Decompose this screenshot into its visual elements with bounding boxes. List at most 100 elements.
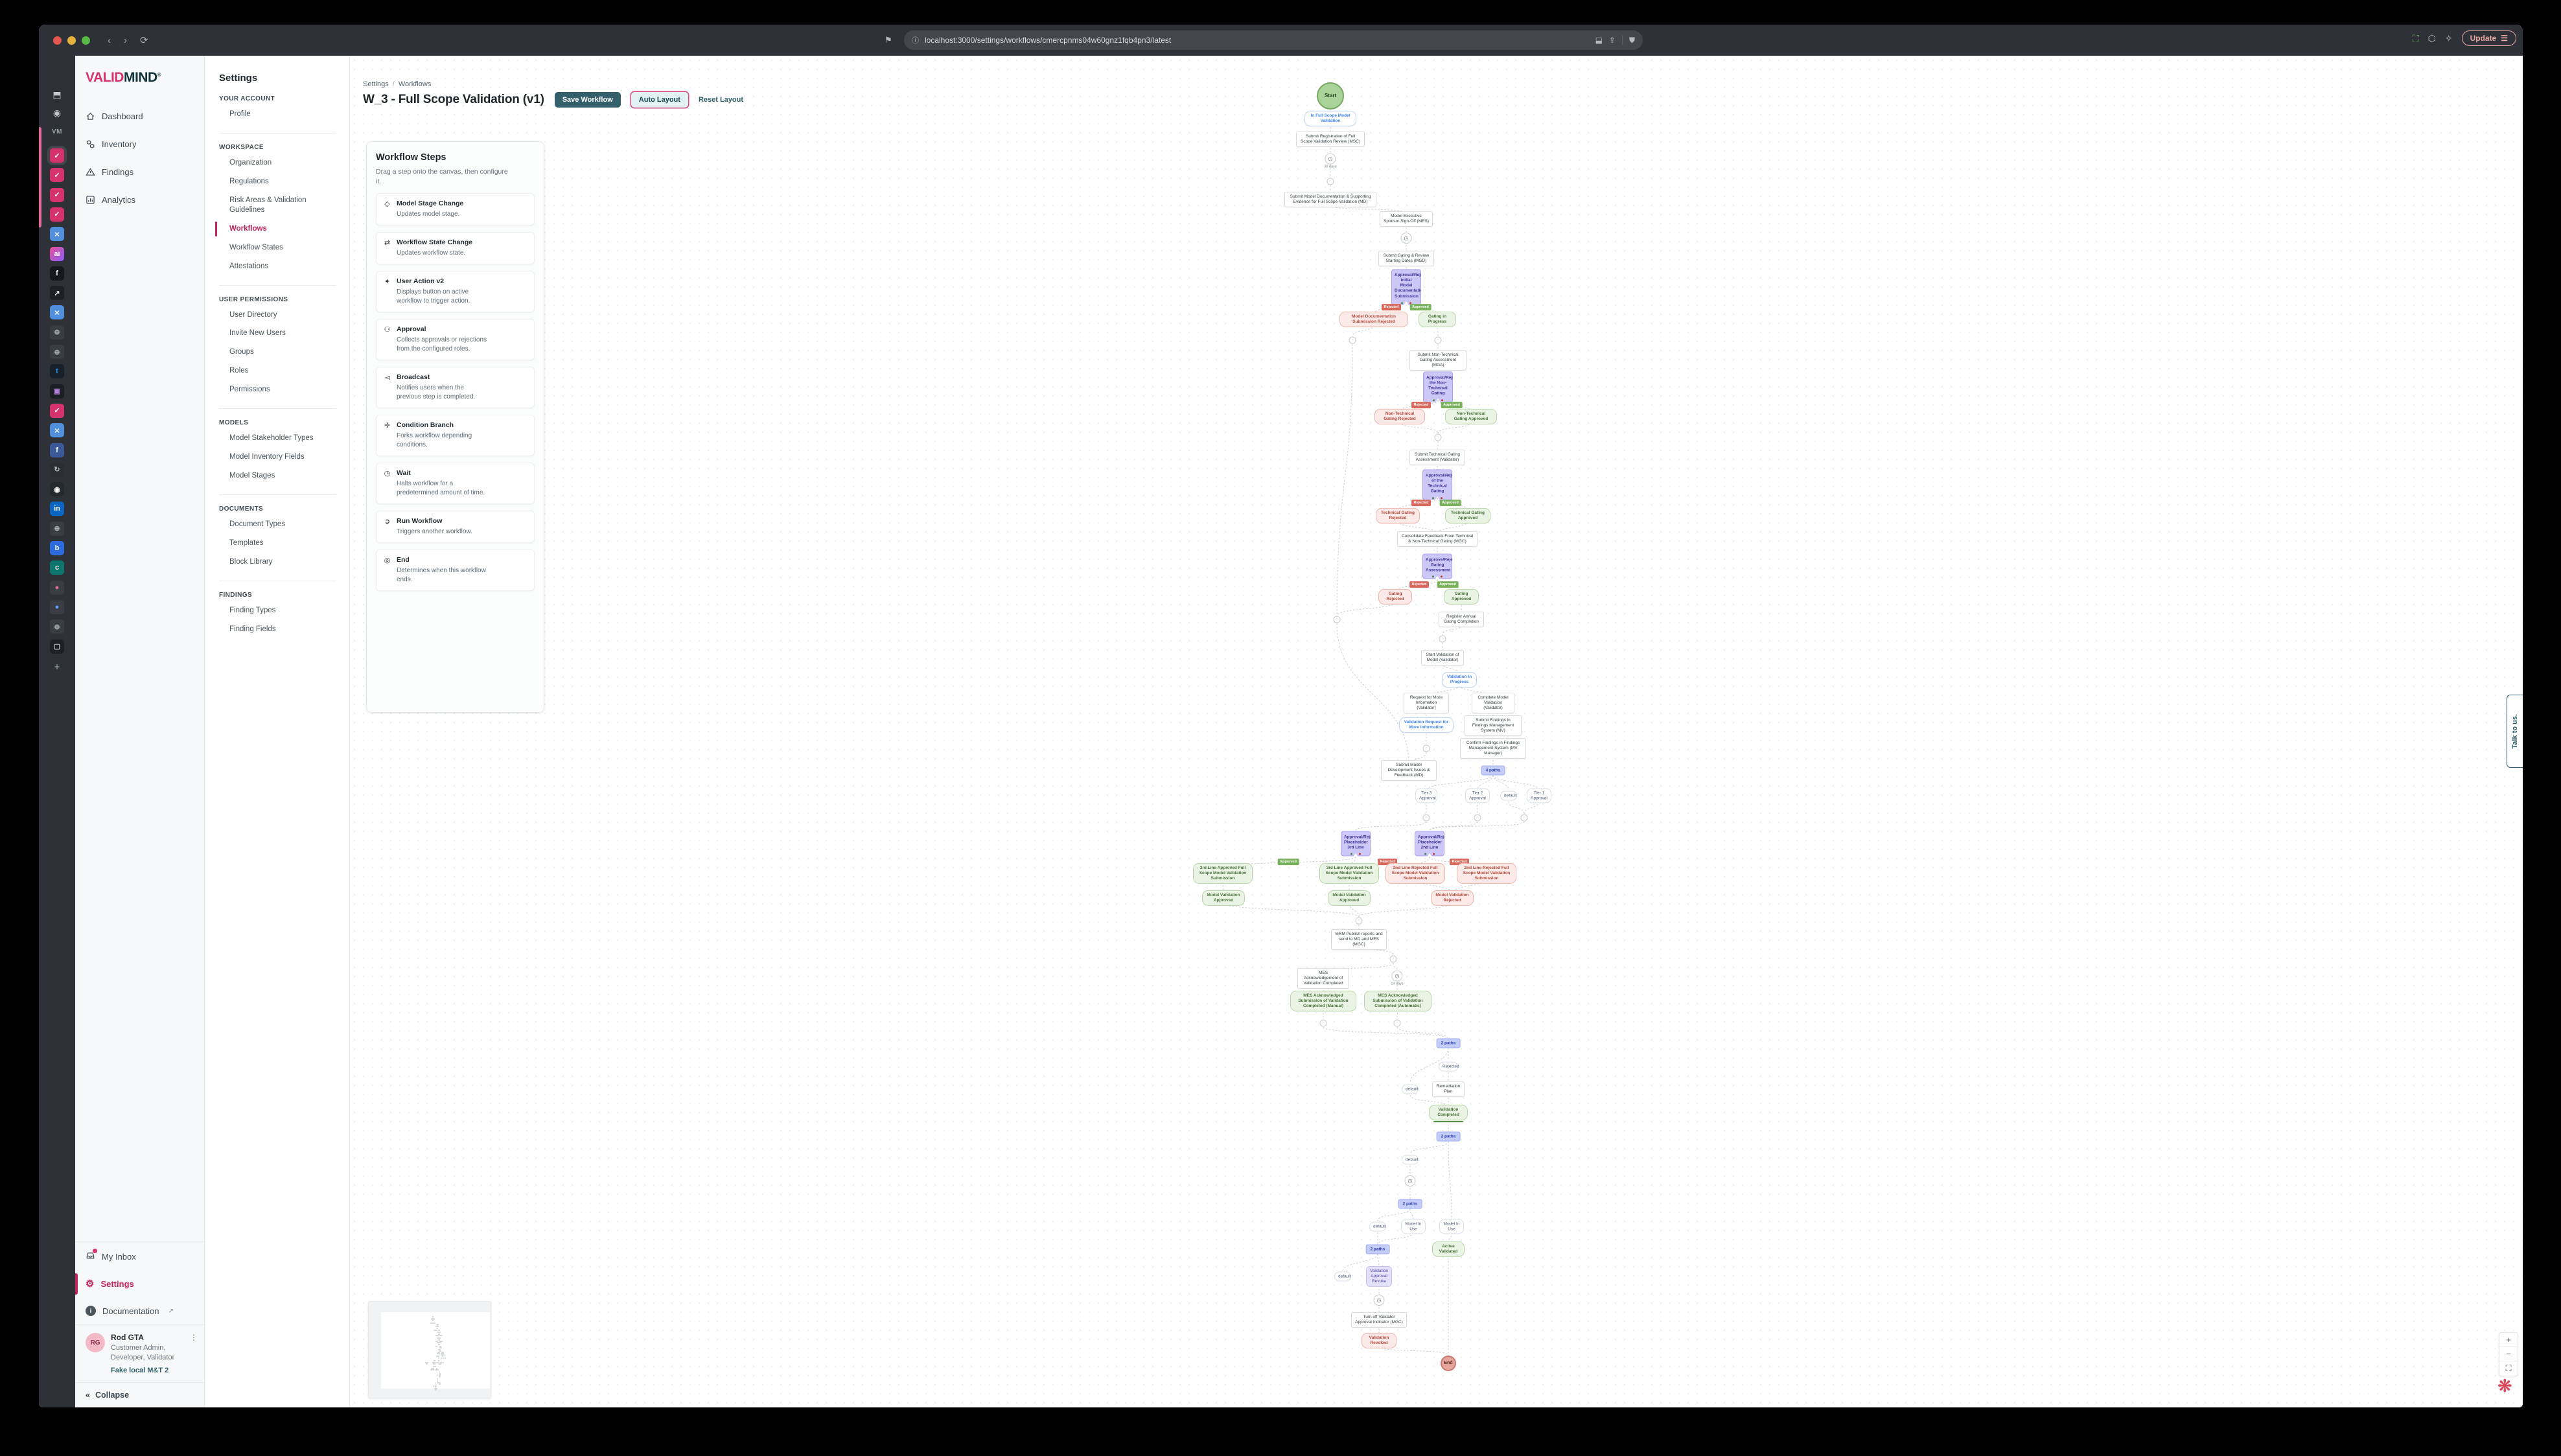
back-icon[interactable]: ‹ [108,35,111,46]
workflow-node-a93-wait[interactable]: ◷ [1374,1295,1385,1306]
settings-nav-item-permissions[interactable]: Permissions [219,380,336,399]
sidebar-item-documentation[interactable]: i Documentation ↗ [75,1297,204,1324]
workflow-node-a66-green[interactable]: Model Validation Approved [1328,890,1371,906]
workflow-node-a89-cond[interactable]: 2 paths [1366,1244,1390,1254]
workflow-node-a22-green[interactable]: Non-Technical Gating Approved [1445,409,1497,424]
workflow-node-a3-act[interactable]: Submit Registration of Full Scope Valida… [1296,132,1365,147]
workflow-node-a39-act[interactable]: Start Validation of Model (Validator) [1421,650,1464,665]
step-card-user-action-v2[interactable]: ✦User Action v2Displays button on active… [376,271,535,312]
workflow-node-a65-green[interactable]: Model Validation Approved [1202,890,1245,906]
workflow-node-a95-red[interactable]: Validation Revoked [1362,1333,1396,1348]
save-workflow-button[interactable]: Save Workflow [555,92,621,108]
workflow-node-a26-bdr[interactable]: Rejected [1411,500,1431,506]
reload-icon[interactable]: ⟳ [140,34,148,46]
extensions-puzzle-icon[interactable]: ⬡ [2428,33,2436,44]
workflow-node-a69-act[interactable]: MRM Publish reports and send to MD and M… [1331,929,1387,950]
auto-layout-button[interactable]: Auto Layout [631,92,688,108]
blue-app-tab[interactable]: ⨯ [50,305,64,319]
dark-app-tab[interactable]: ▢ [50,640,64,654]
workflow-node-a94-act[interactable]: Turn off Validator Approval Indicator (M… [1351,1312,1407,1328]
settings-nav-item-roles[interactable]: Roles [219,362,336,380]
ai-tab[interactable]: ai [50,247,64,261]
step-card-workflow-state-change[interactable]: ⇄Workflow State ChangeUpdates workflow s… [376,232,535,264]
workflow-node-a36-act[interactable]: Register Annual Gating Completion [1439,612,1484,627]
bookmark-icon[interactable]: ⚑ [885,35,892,45]
globe-tab[interactable]: ⊕ [50,325,64,340]
workflow-node-a68-mrg[interactable]: ◦ [1356,918,1363,925]
workflow-node-a48-cond[interactable]: 4 paths [1481,765,1505,775]
workflow-node-a80-act[interactable]: Remediation Plan [1432,1081,1465,1097]
settings-nav-item-workflow-states[interactable]: Workflow States [219,238,336,257]
step-card-end[interactable]: ◎EndDetermines when this workflow ends. [376,549,535,591]
workflow-node-a37-mrg[interactable]: ◦ [1334,616,1341,623]
workflow-node-a8-wait[interactable]: ◷ [1401,233,1412,244]
screenshot-icon[interactable]: ⛶ [2413,33,2419,44]
validmind-tab[interactable]: ✓ [50,404,64,418]
dark-app-tab[interactable]: ◉ [50,482,64,496]
workflow-node-a7-act[interactable]: Model Executive Sponsor Sign-Off (MES) [1380,211,1433,227]
workflow-node-a91-br[interactable]: default [1334,1271,1351,1281]
workflow-node-a28-red[interactable]: Technical Gating Rejected [1376,508,1420,524]
workflow-node-a70-mrg[interactable]: ◦ [1390,956,1397,963]
workflow-node-a58-bdg[interactable]: Approved [1278,859,1299,865]
settings-nav-item-templates[interactable]: Templates [219,534,336,553]
workflow-node-a4-wait[interactable]: ◷30 days [1324,154,1336,170]
workflow-node-a51-br[interactable]: default [1500,791,1517,800]
settings-nav-item-finding-types[interactable]: Finding Types [219,601,336,620]
workflow-node-a35-green[interactable]: Gating Approved [1444,589,1479,605]
step-card-run-workflow[interactable]: ➲Run WorkflowTriggers another workflow. [376,511,535,543]
ai-sparkle-icon[interactable]: ✧ [2445,33,2453,44]
blue-app-tab[interactable]: ⨯ [50,423,64,437]
workflow-node-a38-mrg[interactable]: ◦ [1439,636,1446,643]
settings-nav-item-groups[interactable]: Groups [219,343,336,362]
kebab-menu-icon[interactable]: ⋮ [190,1333,198,1374]
window-close-button[interactable] [53,36,62,45]
settings-nav-item-profile[interactable]: Profile [219,105,336,124]
workflow-node-a29-green[interactable]: Technical Gating Approved [1445,508,1490,524]
shield-icon[interactable]: ⛊ [1629,36,1635,45]
workflow-node-a72-wait[interactable]: ◷14 days [1391,971,1403,987]
settings-nav-item-model-inventory-fields[interactable]: Model Inventory Fields [219,448,336,467]
workflow-node-a12-bdg[interactable]: Approved [1410,304,1431,310]
workflow-node-a32-bdr[interactable]: Rejected [1409,581,1429,588]
reset-layout-button[interactable]: Reset Layout [699,96,743,104]
workflow-node-a54-mrg[interactable]: ◦ [1474,815,1481,822]
workflow-node-a90-green[interactable]: Active Validated [1432,1242,1465,1257]
workflow-node-a9-act[interactable]: Submit Gating & Review Starting Dates (M… [1378,251,1434,266]
validmind-tab[interactable]: ✓ [50,207,64,222]
talk-to-us-tab[interactable]: Talk to us. [2507,695,2523,768]
blue-app-tab[interactable]: ⨯ [50,227,64,241]
workflow-node-a79-br[interactable]: default [1402,1084,1419,1094]
workflow-node-a46-act[interactable]: Confirm Findings in Findings Management … [1460,738,1526,759]
workflow-node-a34-red[interactable]: Gating Rejected [1378,589,1412,605]
address-bar[interactable]: ⓘ localhost:3000/settings/workflows/cmer… [904,30,1643,50]
workflow-node-a24-act[interactable]: Submit Technical Gating Assessment (Vali… [1409,450,1465,465]
zoom-in-button[interactable]: + [2499,1333,2518,1347]
window-maximize-button[interactable] [82,36,90,45]
workflow-node-a18-appr[interactable]: Approval/Reject the Non-Technical Gating [1423,371,1453,402]
settings-nav-item-invite-new-users[interactable]: Invite New Users [219,324,336,343]
purple-app-tab[interactable]: ▣ [50,384,64,399]
workflow-node-a56-appr[interactable]: Approval/Reject Placeholder 3rd Line [1341,831,1371,856]
step-card-broadcast[interactable]: ◅BroadcastNotifies users when the previo… [376,367,535,408]
settings-nav-item-organization[interactable]: Organization [219,154,336,172]
social-f-tab[interactable]: f [50,266,64,281]
workflow-node-a41-act[interactable]: Request for More Information (Validator) [1404,693,1449,713]
settings-nav-item-model-stages[interactable]: Model Stages [219,467,336,485]
workflow-node-a40-blue[interactable]: Validation In Progress [1442,672,1477,688]
validmind-tab[interactable]: ✓ [50,168,64,182]
workflow-node-a87-br[interactable]: Model In Use [1401,1219,1426,1234]
workflow-node-a76-mrg[interactable]: ◦ [1394,1020,1401,1027]
workflow-node-a43-blue[interactable]: Validation Request for More Information [1399,717,1454,733]
workflow-node-a55-mrg[interactable]: ◦ [1521,815,1528,822]
t-tab[interactable]: t [50,364,64,378]
workflow-node-a77-cond[interactable]: 2 paths [1437,1038,1461,1048]
tab-group-label[interactable]: VM [52,128,62,135]
workflow-node-a2-blue[interactable]: In Full Scope Model Validation [1304,111,1356,126]
share-icon[interactable]: ⇪ [1609,36,1616,45]
sidebar-item-analytics[interactable]: Analytics [75,186,204,214]
workflow-node-a20-bdg[interactable]: Approved [1441,402,1463,408]
workflow-node-a86-br[interactable]: default [1369,1221,1386,1231]
workflow-node-a74-green[interactable]: MES Acknowledged Submission of Validatio… [1364,991,1431,1011]
workflow-node-a57-appr[interactable]: Approval/Reject Placeholder 2nd Line [1415,831,1444,856]
